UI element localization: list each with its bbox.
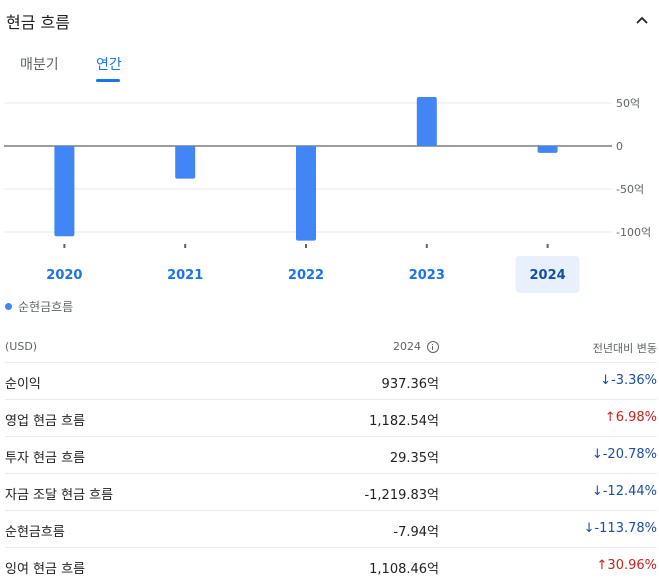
cash-flow-table: (USD) 2024 전년대비 변동 순이익 937.36억 ↓-3.36% 영업 현… bbox=[5, 328, 657, 584]
table-body: 순이익 937.36억 ↓-3.36% 영업 현금 흐름 1,182.54억 ↑6.98%… bbox=[5, 363, 657, 584]
x-tick-label[interactable]: 2021 bbox=[167, 268, 203, 283]
x-tick-mark bbox=[546, 244, 549, 248]
row-value: 1,182.54억 bbox=[369, 414, 439, 429]
change-value: -12.44% bbox=[602, 484, 657, 499]
chart-legend: 순현금흐름 bbox=[5, 298, 73, 315]
legend-label: 순현금흐름 bbox=[18, 300, 74, 314]
chart-bar[interactable] bbox=[54, 146, 75, 237]
y-tick-label: -50억 bbox=[616, 183, 644, 196]
table-header: (USD) 2024 전년대비 변동 bbox=[5, 328, 657, 363]
arrow-up-icon: ↑ bbox=[596, 558, 608, 573]
chart-bar[interactable] bbox=[537, 146, 558, 153]
chart-bar[interactable] bbox=[175, 146, 196, 179]
x-tick-label[interactable]: 2023 bbox=[409, 268, 445, 283]
legend-dot bbox=[5, 303, 12, 310]
row-change: ↑30.96% bbox=[597, 558, 657, 573]
chart-bar[interactable] bbox=[296, 146, 316, 241]
x-tick-label[interactable]: 2020 bbox=[46, 268, 82, 283]
chart-bar[interactable] bbox=[416, 96, 437, 146]
row-value: -7.94억 bbox=[393, 525, 439, 540]
row-value: 937.36억 bbox=[381, 377, 439, 392]
row-label: 순현금흐름 bbox=[5, 525, 65, 540]
arrow-down-icon: ↓ bbox=[591, 447, 603, 462]
x-tick-mark bbox=[184, 244, 187, 248]
change-value: -113.78% bbox=[594, 521, 657, 536]
table-row: 투자 현금 흐름 29.35억 ↓-20.78% bbox=[5, 437, 657, 474]
year-header: 2024 bbox=[393, 340, 439, 353]
tab-annual[interactable]: 연간 bbox=[96, 54, 122, 74]
table-row: 잉여 현금 흐름 1,108.46억 ↑30.96% bbox=[5, 548, 657, 584]
tab-quarterly[interactable]: 매분기 bbox=[20, 54, 59, 74]
info-icon[interactable] bbox=[427, 340, 439, 353]
chevron-up-icon[interactable] bbox=[634, 12, 650, 28]
change-value: 30.96% bbox=[607, 558, 657, 573]
x-tick-mark bbox=[63, 244, 66, 248]
table-row: 자금 조달 현금 흐름 -1,219.83억 ↓-12.44% bbox=[5, 474, 657, 511]
y-tick-label: 0 bbox=[616, 140, 623, 153]
row-value: 1,108.46억 bbox=[369, 562, 439, 577]
cash-flow-chart: 50억 0 -50억 -100억 2020 2021 2022 2023 2024 bbox=[4, 96, 651, 293]
change-value: 6.98% bbox=[615, 410, 657, 425]
y-tick-label: 50억 bbox=[616, 97, 640, 110]
table-row: 순이익 937.36억 ↓-3.36% bbox=[5, 363, 657, 400]
row-label: 투자 현금 흐름 bbox=[5, 451, 86, 466]
section-header: 현금 흐름 bbox=[6, 8, 656, 34]
table-row: 영업 현금 흐름 1,182.54억 ↑6.98% bbox=[5, 400, 657, 437]
row-label: 자금 조달 현금 흐름 bbox=[5, 488, 114, 503]
row-label: 영업 현금 흐름 bbox=[5, 414, 86, 429]
x-tick-mark bbox=[425, 244, 428, 248]
currency-header: (USD) bbox=[5, 340, 38, 353]
arrow-down-icon: ↓ bbox=[591, 484, 603, 499]
arrow-down-icon: ↓ bbox=[583, 521, 595, 536]
row-value: 29.35억 bbox=[389, 451, 439, 466]
row-change: ↓-113.78% bbox=[584, 521, 657, 536]
change-value: -3.36% bbox=[611, 373, 657, 388]
y-tick-label: -100억 bbox=[616, 226, 651, 239]
arrow-up-icon: ↑ bbox=[604, 410, 616, 425]
x-tick-label[interactable]: 2024 bbox=[530, 268, 566, 283]
row-label: 순이익 bbox=[5, 377, 41, 392]
year-header-label: 2024 bbox=[393, 340, 421, 353]
x-tick-mark bbox=[305, 244, 307, 248]
row-label: 잉여 현금 흐름 bbox=[5, 562, 86, 577]
row-change: ↑6.98% bbox=[605, 410, 657, 425]
active-tab-indicator bbox=[96, 79, 120, 82]
row-change: ↓-3.36% bbox=[600, 373, 657, 388]
row-change: ↓-12.44% bbox=[592, 484, 657, 499]
section-title: 현금 흐름 bbox=[6, 13, 70, 32]
table-row: 순현금흐름 -7.94억 ↓-113.78% bbox=[5, 511, 657, 548]
x-tick-label[interactable]: 2022 bbox=[288, 268, 324, 283]
change-header: 전년대비 변동 bbox=[592, 342, 657, 355]
row-change: ↓-20.78% bbox=[592, 447, 657, 462]
row-value: -1,219.83억 bbox=[364, 488, 439, 503]
change-value: -20.78% bbox=[602, 447, 657, 462]
arrow-down-icon: ↓ bbox=[600, 373, 611, 388]
